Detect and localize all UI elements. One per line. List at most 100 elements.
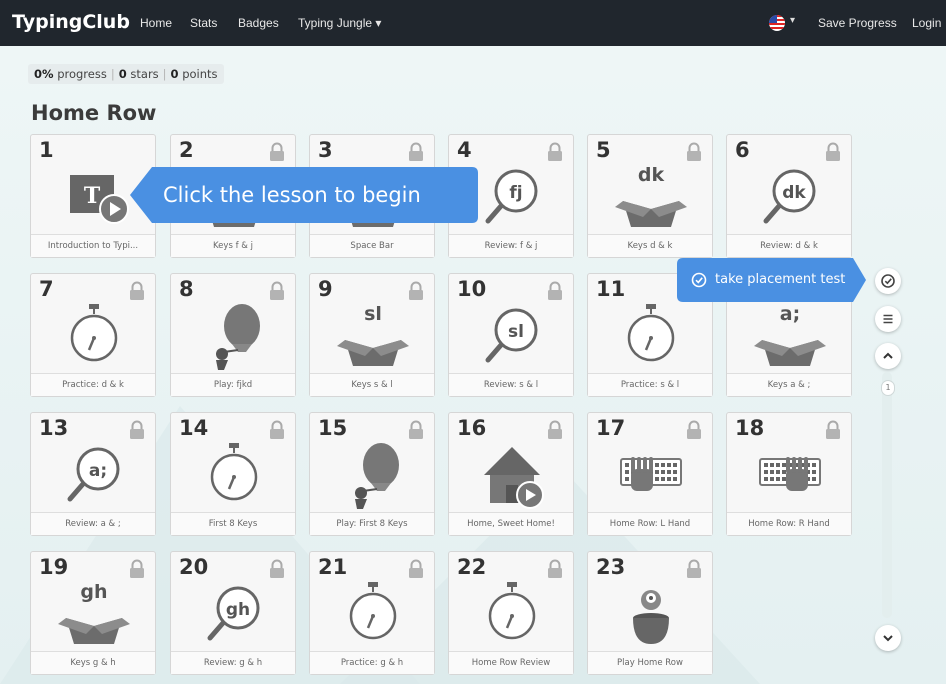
lock-icon (128, 420, 146, 440)
lesson-label: Play: First 8 Keys (310, 512, 434, 535)
lesson-label: Home Row: R Hand (727, 512, 851, 535)
magnifier-icon: fj (472, 161, 552, 233)
lesson-label: First 8 Keys (171, 512, 295, 535)
lesson-label: Practice: d & k (31, 373, 155, 396)
save-progress-link[interactable]: Save Progress (818, 16, 897, 30)
lesson-number: 15 (318, 416, 348, 440)
lesson-number: 14 (179, 416, 209, 440)
lesson-card[interactable]: 20 gh Review: g & h (170, 551, 296, 675)
video-lesson-icon: T (54, 161, 134, 233)
lesson-card[interactable]: 21 Practice: g & h (309, 551, 435, 675)
lock-icon (546, 559, 564, 579)
lock-icon (546, 142, 564, 162)
lock-icon (546, 420, 564, 440)
lock-icon (824, 142, 842, 162)
lesson-card[interactable]: 23 Play Home Row (587, 551, 713, 675)
lesson-label: Review: a & ; (31, 512, 155, 535)
lesson-number: 1 (39, 138, 54, 162)
placement-test-side-button[interactable] (875, 268, 901, 294)
lesson-card[interactable]: 13 a; Review: a & ; (30, 412, 156, 536)
svg-text:T: T (84, 183, 101, 209)
lesson-label: Keys g & h (31, 651, 155, 674)
lesson-scrollbar[interactable] (882, 372, 892, 618)
keys-box-icon: sl (333, 300, 413, 372)
check-circle-icon (691, 272, 707, 288)
language-flag-icon[interactable] (769, 15, 785, 31)
lesson-card[interactable]: 10 sl Review: s & l (448, 273, 574, 397)
lesson-number: 18 (735, 416, 765, 440)
lock-icon (407, 142, 425, 162)
brand-logo[interactable]: TypingClub (12, 11, 130, 33)
lesson-card[interactable]: 8 Play: fjkd (170, 273, 296, 397)
balloon-game-icon (333, 439, 413, 511)
magnifier-icon: sl (472, 300, 552, 372)
svg-text:gh: gh (80, 581, 107, 603)
lesson-number: 13 (39, 416, 69, 440)
lesson-card[interactable]: 16 Home, Sweet Home! (448, 412, 574, 536)
lesson-number: 9 (318, 277, 333, 301)
lesson-label: Practice: s & l (588, 373, 712, 396)
progress-summary: 0% progress | 0 stars | 0 points (28, 64, 224, 84)
lesson-card[interactable]: 9 sl Keys s & l (309, 273, 435, 397)
stopwatch-icon (472, 578, 552, 650)
language-chevron-icon[interactable]: ▾ (790, 15, 795, 26)
lesson-label: Review: g & h (171, 651, 295, 674)
lesson-number: 20 (179, 555, 209, 579)
lesson-number: 23 (596, 555, 626, 579)
lesson-card[interactable]: 14 First 8 Keys (170, 412, 296, 536)
placement-test-button[interactable]: take placement test (677, 258, 866, 302)
nav-stats[interactable]: Stats (190, 16, 217, 30)
svg-text:a;: a; (89, 461, 107, 481)
lesson-card[interactable]: 18 Home Row: R Hand (726, 412, 852, 536)
lesson-number: 10 (457, 277, 487, 301)
stopwatch-icon (194, 439, 274, 511)
keys-box-icon: dk (611, 161, 691, 233)
lesson-number: 11 (596, 277, 626, 301)
lesson-number: 2 (179, 138, 194, 162)
lesson-label: Review: d & k (727, 234, 851, 257)
keys-box-icon: gh (54, 578, 134, 650)
pot-game-icon (611, 578, 691, 650)
lock-icon (268, 559, 286, 579)
lesson-label: Practice: g & h (310, 651, 434, 674)
svg-text:dk: dk (782, 183, 806, 203)
balloon-game-icon (194, 300, 274, 372)
lock-icon (268, 142, 286, 162)
svg-text:sl: sl (508, 322, 524, 342)
keys-box-icon: a; (750, 300, 830, 372)
lesson-label: Review: f & j (449, 234, 573, 257)
login-link[interactable]: Login (912, 16, 941, 30)
lesson-label: Play: fjkd (171, 373, 295, 396)
magnifier-icon: dk (750, 161, 830, 233)
menu-button[interactable] (875, 306, 901, 332)
nav-home[interactable]: Home (140, 16, 172, 30)
lock-icon (128, 281, 146, 301)
lesson-card[interactable]: 19 gh Keys g & h (30, 551, 156, 675)
lesson-label: Keys d & k (588, 234, 712, 257)
right-hand-keyboard-icon (750, 439, 830, 511)
nav-typing-jungle[interactable]: Typing Jungle ▾ (298, 16, 381, 30)
lesson-card[interactable]: 15 Play: First 8 Keys (309, 412, 435, 536)
scroll-down-button[interactable] (875, 625, 901, 651)
section-title: Home Row (31, 101, 157, 125)
lesson-number: 6 (735, 138, 750, 162)
lesson-card[interactable]: 7 Practice: d & k (30, 273, 156, 397)
nav-badges[interactable]: Badges (238, 16, 279, 30)
lesson-number: 8 (179, 277, 194, 301)
lesson-number: 22 (457, 555, 487, 579)
lesson-label: Introduction to Typi... (31, 234, 155, 257)
lesson-label: Keys f & j (171, 234, 295, 257)
svg-text:gh: gh (226, 600, 250, 620)
lesson-card[interactable]: 22 Home Row Review (448, 551, 574, 675)
lesson-card[interactable]: 17 Home Row: L Hand (587, 412, 713, 536)
svg-text:sl: sl (364, 303, 382, 325)
svg-text:dk: dk (638, 164, 665, 186)
lesson-number: 7 (39, 277, 54, 301)
scroll-up-button[interactable] (875, 343, 901, 369)
lesson-card[interactable]: 5 dk Keys d & k (587, 134, 713, 258)
left-hand-keyboard-icon (611, 439, 691, 511)
stopwatch-icon (611, 300, 691, 372)
lesson-card[interactable]: 6 dk Review: d & k (726, 134, 852, 258)
lesson-label: Home, Sweet Home! (449, 512, 573, 535)
lesson-label: Review: s & l (449, 373, 573, 396)
